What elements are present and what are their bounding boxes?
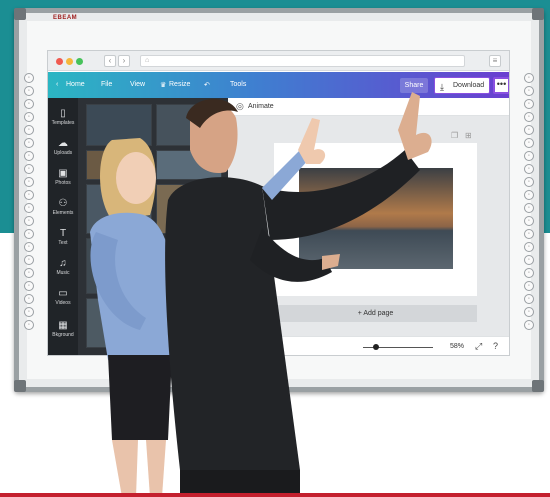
presenters-illustration <box>90 92 432 497</box>
red-accent-line <box>0 493 550 497</box>
woman-raised-arm <box>262 118 326 200</box>
stage: EBEAM ◦ ◦ ◦ ◦ ◦ ◦ ◦ ◦ ◦ ◦ ◦ ◦ ◦ ◦ ◦ ◦ ◦ … <box>0 0 550 497</box>
woman-figure <box>90 138 175 497</box>
